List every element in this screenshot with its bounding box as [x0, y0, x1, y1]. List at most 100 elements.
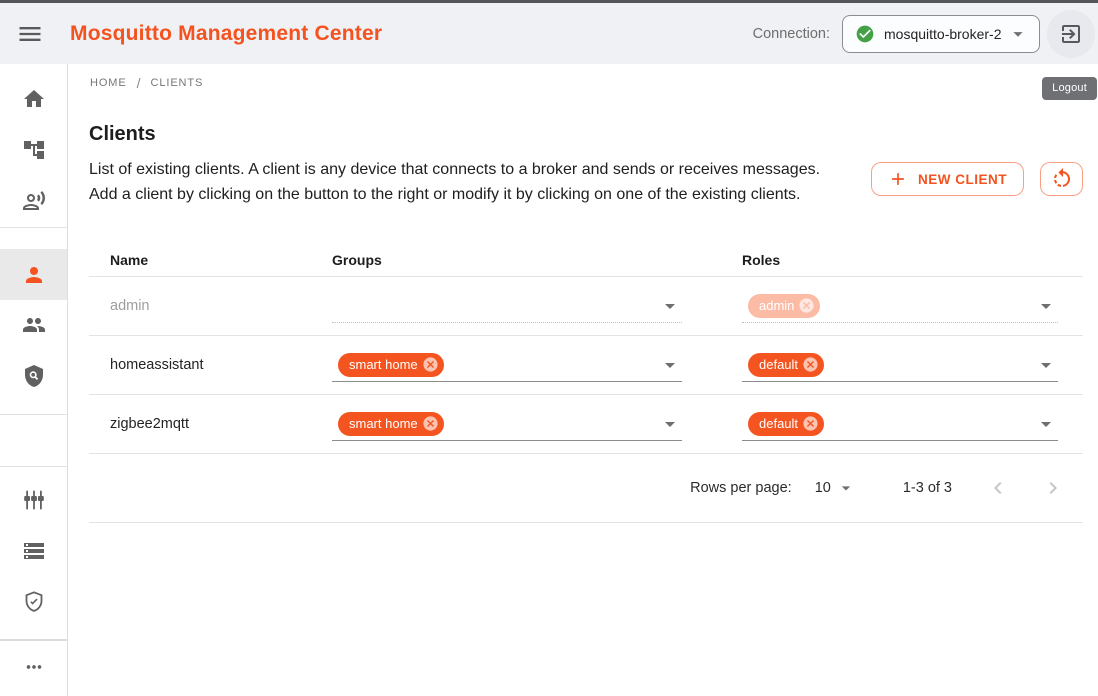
chip-label: smart home [349, 357, 418, 372]
app-title: Mosquitto Management Center [70, 22, 382, 46]
column-header-name: Name [89, 252, 311, 268]
groups-select[interactable]: smart home [332, 348, 682, 382]
chevron-down-icon [658, 294, 682, 318]
new-client-label: NEW CLIENT [918, 172, 1007, 187]
chevron-down-icon [1034, 294, 1058, 318]
app-bar: Mosquitto Management Center Connection: … [0, 3, 1098, 64]
groups-cell: smart home [311, 336, 721, 394]
menu-icon [16, 20, 44, 48]
roles-cell: default [721, 395, 1083, 453]
client-name: zigbee2mqtt [89, 416, 311, 432]
chip-label: smart home [349, 416, 418, 431]
rows-per-page-value: 10 [815, 480, 831, 496]
table-row[interactable]: homeassistant smart home default [89, 336, 1083, 395]
roles-select[interactable]: admin [742, 289, 1058, 323]
plus-icon [888, 169, 908, 189]
role-chip[interactable]: admin [748, 294, 820, 318]
connected-check-icon [855, 24, 875, 44]
breadcrumb-current: CLIENTS [151, 77, 204, 89]
chevron-down-icon [1007, 23, 1029, 45]
table-header-row: Name Groups Roles [89, 243, 1083, 277]
sliders-icon [22, 488, 46, 512]
chevron-down-icon [1034, 412, 1058, 436]
home-icon [22, 87, 46, 111]
group-chip[interactable]: smart home [338, 353, 444, 377]
chevron-left-icon [986, 476, 1010, 500]
column-header-roles: Roles [721, 252, 1083, 268]
roles-select[interactable]: default [742, 348, 1058, 382]
groups-select[interactable]: smart home [332, 407, 682, 441]
main-content: HOME / CLIENTS Clients List of existing … [69, 64, 1098, 696]
sidebar-item-streams[interactable] [0, 525, 67, 576]
sidebar-item-terminal[interactable] [0, 175, 67, 226]
sidebar [0, 64, 68, 696]
server-list-icon [22, 539, 46, 563]
page-title: Clients [89, 123, 156, 146]
hamburger-menu-button[interactable] [16, 20, 44, 48]
sidebar-divider [0, 227, 67, 228]
sidebar-divider [0, 414, 67, 415]
sidebar-item-topology[interactable] [0, 124, 67, 175]
sidebar-item-security[interactable] [0, 576, 67, 627]
chevron-down-icon [658, 353, 682, 377]
connection-select[interactable]: mosquitto-broker-2 [842, 15, 1040, 53]
chip-remove-icon[interactable] [798, 297, 815, 314]
chip-label: default [759, 416, 798, 431]
people-icon [22, 313, 46, 337]
sidebar-item-more[interactable] [0, 641, 67, 692]
sidebar-divider [0, 466, 67, 467]
new-client-button[interactable]: NEW CLIENT [871, 162, 1024, 196]
breadcrumb: HOME / CLIENTS [90, 75, 203, 91]
breadcrumb-separator: / [137, 75, 141, 91]
chip-label: admin [759, 298, 794, 313]
chevron-down-icon [658, 412, 682, 436]
groups-select[interactable] [332, 289, 682, 323]
shield-search-icon [22, 364, 46, 388]
role-chip[interactable]: default [748, 412, 824, 436]
role-chip[interactable]: default [748, 353, 824, 377]
chevron-right-icon [1041, 476, 1065, 500]
sidebar-item-settings[interactable] [0, 474, 67, 525]
chevron-down-icon [836, 478, 856, 498]
previous-page-button[interactable] [986, 476, 1010, 500]
clients-table: Name Groups Roles admin admin [89, 243, 1083, 523]
client-name: homeassistant [89, 357, 311, 373]
roles-select[interactable]: default [742, 407, 1058, 441]
next-page-button[interactable] [1041, 476, 1065, 500]
pagination-range: 1-3 of 3 [903, 480, 952, 496]
exit-to-app-icon [1059, 22, 1083, 46]
sidebar-item-roles[interactable] [0, 350, 67, 401]
chip-remove-icon[interactable] [422, 356, 439, 373]
sidebar-item-clients[interactable] [0, 249, 67, 300]
connection-value: mosquitto-broker-2 [884, 26, 1007, 42]
page-actions: NEW CLIENT [871, 162, 1083, 196]
chevron-down-icon [1034, 353, 1058, 377]
roles-cell: default [721, 336, 1083, 394]
table-pagination: Rows per page: 10 1-3 of 3 [89, 454, 1083, 523]
chip-remove-icon[interactable] [802, 415, 819, 432]
chip-remove-icon[interactable] [802, 356, 819, 373]
logout-tooltip: Logout [1042, 77, 1097, 100]
group-chip[interactable]: smart home [338, 412, 444, 436]
sidebar-item-groups[interactable] [0, 299, 67, 350]
person-icon [22, 263, 46, 287]
chip-remove-icon[interactable] [422, 415, 439, 432]
ellipsis-icon [23, 656, 45, 678]
shield-check-icon [22, 590, 46, 614]
breadcrumb-home-link[interactable]: HOME [90, 77, 127, 89]
connection-label: Connection: [753, 26, 830, 42]
groups-cell: smart home [311, 395, 721, 453]
refresh-button[interactable] [1040, 162, 1083, 196]
groups-cell [311, 277, 721, 335]
sidebar-item-home[interactable] [0, 73, 67, 124]
rows-per-page-select[interactable]: 10 [815, 478, 856, 498]
table-row[interactable]: admin admin [89, 277, 1083, 336]
tree-icon [22, 138, 46, 162]
chip-label: default [759, 357, 798, 372]
column-header-groups: Groups [311, 252, 721, 268]
page-description: List of existing clients. A client is an… [89, 157, 837, 207]
refresh-icon [1050, 167, 1074, 191]
logout-button[interactable] [1047, 10, 1095, 58]
table-row[interactable]: zigbee2mqtt smart home default [89, 395, 1083, 454]
client-name: admin [89, 298, 311, 314]
